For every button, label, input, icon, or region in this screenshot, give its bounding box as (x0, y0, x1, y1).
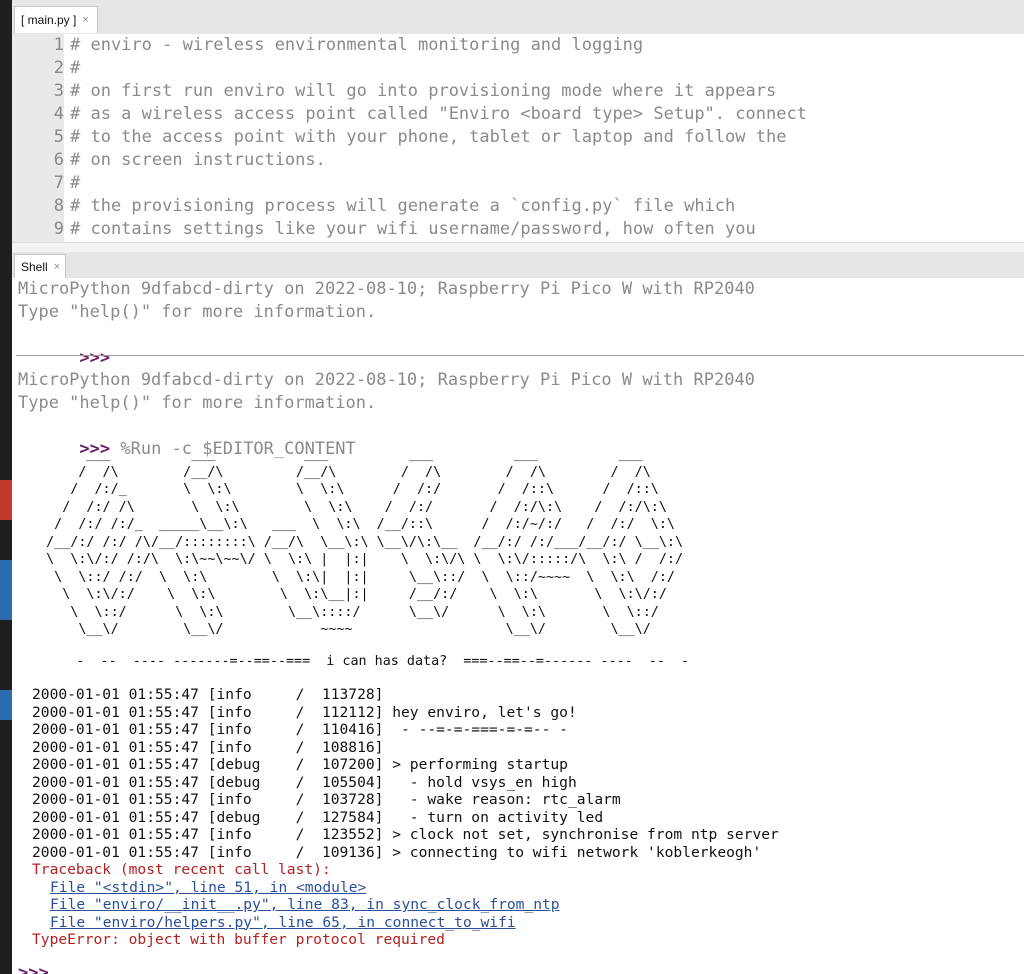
code-line: # (70, 173, 81, 193)
line-number: 2 (53, 58, 64, 78)
log-line: 2000-01-01 01:55:47 [info / 109136] > co… (32, 843, 762, 861)
line-number: 1 (53, 35, 64, 55)
line-number-gutter: 1 2 3 4 5 6 7 8 9 (12, 34, 64, 242)
shell-console[interactable]: MicroPython 9dfabcd-dirty on 2022-08-10;… (12, 278, 1024, 974)
tab-shell-label: Shell (21, 259, 48, 274)
shell-tab-bar: Shell × (12, 252, 1024, 278)
tab-shell[interactable]: Shell × (14, 254, 66, 278)
enviro-ascii-logo: ___ ___ ___ ___ ___ ___ / /\ /__/\ /__/\… (46, 447, 684, 637)
banner-line: Type "help()" for more information. (18, 302, 377, 322)
code-line: # on screen instructions. (70, 150, 326, 170)
thonny-window: [ main.py ] × 1 2 3 4 5 6 7 8 9 # enviro… (0, 0, 1024, 974)
banner-line: MicroPython 9dfabcd-dirty on 2022-08-10;… (18, 279, 755, 299)
log-line: 2000-01-01 01:55:47 [info / 113728] (32, 686, 384, 703)
editor-tab-bar: [ main.py ] × (12, 0, 1024, 35)
log-line: 2000-01-01 01:55:47 [debug / 105504] - h… (32, 773, 577, 791)
background-blue-chip-2 (0, 690, 12, 720)
error-message: TypeError: object with buffer protocol r… (32, 931, 445, 948)
prompt-symbol: >>> (79, 348, 111, 368)
log-line: 2000-01-01 01:55:47 [info / 123552] > cl… (32, 826, 779, 843)
line-number: 6 (53, 150, 64, 170)
tab-main-py-label: [ main.py ] (21, 13, 77, 27)
shell-prompt[interactable]: >>> (18, 324, 110, 368)
run-command-line: >>> %Run -c $EDITOR_CONTENT (18, 415, 355, 459)
line-number: 3 (53, 81, 64, 101)
background-window-strip (0, 0, 12, 974)
log-line: 2000-01-01 01:55:47 [info / 110416] - --… (32, 721, 568, 738)
code-line: # contains settings like your wifi usern… (70, 219, 756, 239)
shell-input-prompt[interactable]: >>> (18, 962, 49, 974)
line-number: 8 (53, 196, 64, 216)
log-line: 2000-01-01 01:55:47 [debug / 127584] - t… (32, 808, 604, 826)
code-line: # (70, 58, 81, 78)
code-line: # on first run enviro will go into provi… (70, 81, 777, 101)
code-editor[interactable]: 1 2 3 4 5 6 7 8 9 # enviro - wireless en… (12, 34, 1024, 242)
traceback-header: Traceback (most recent call last): (32, 861, 331, 878)
background-blue-chip (0, 560, 12, 620)
banner-line: MicroPython 9dfabcd-dirty on 2022-08-10;… (18, 370, 755, 390)
close-icon[interactable]: × (54, 261, 60, 273)
line-number: 4 (53, 104, 64, 124)
code-line: # to the access point with your phone, t… (70, 127, 787, 147)
traceback-link[interactable]: File "enviro/__init__.py", line 83, in s… (50, 896, 560, 914)
log-line: 2000-01-01 01:55:47 [info / 112112] hey … (32, 703, 577, 721)
line-number: 7 (53, 173, 64, 193)
log-line: 2000-01-01 01:55:47 [debug / 107200] > p… (32, 756, 568, 773)
line-number: 5 (53, 127, 64, 147)
code-line: # enviro - wireless environmental monito… (70, 35, 644, 55)
tab-main-py[interactable]: [ main.py ] × (14, 6, 98, 33)
traceback-link[interactable]: File "<stdin>", line 51, in <module> (50, 879, 366, 897)
banner-line: Type "help()" for more information. (18, 393, 377, 413)
background-red-chip (0, 480, 12, 520)
restart-separator (16, 355, 1024, 356)
traceback-link[interactable]: File "enviro/helpers.py", line 65, in co… (50, 914, 516, 932)
log-line: 2000-01-01 01:55:47 [info / 108816] (32, 738, 384, 756)
tagline: - -- ---- -------=--==--=== i can has da… (28, 654, 690, 669)
code-line: # as a wireless access point called "Env… (70, 104, 807, 124)
line-number: 9 (53, 219, 64, 239)
close-icon[interactable]: × (82, 14, 88, 26)
code-line: # the provisioning process will generate… (70, 196, 736, 216)
log-line: 2000-01-01 01:55:47 [info / 103728] - wa… (32, 791, 621, 808)
